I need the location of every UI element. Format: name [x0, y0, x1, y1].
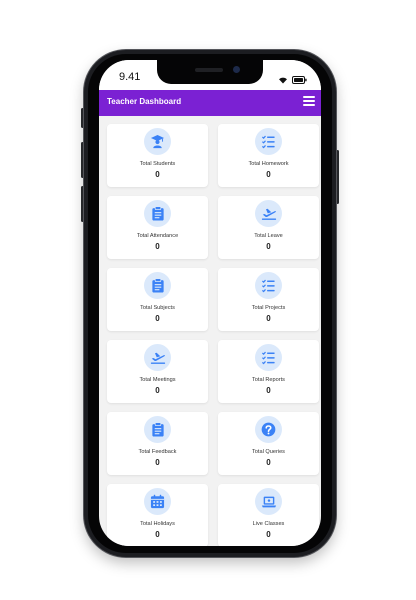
card-total-subjects[interactable]: Total Subjects 0: [107, 268, 208, 331]
card-total-meetings[interactable]: Total Meetings 0: [107, 340, 208, 403]
card-label: Total Subjects: [140, 305, 175, 311]
card-label: Total Reports: [252, 377, 285, 383]
card-label: Total Students: [139, 161, 176, 167]
card-value: 0: [266, 530, 271, 539]
card-value: 0: [266, 314, 271, 323]
card-label: Total Attendance: [136, 233, 179, 239]
clipboard-icon: [144, 200, 171, 227]
card-label: Total Homework: [248, 161, 289, 167]
card-total-holidays[interactable]: Total Holidays 0: [107, 484, 208, 546]
plane-departure-icon: [255, 200, 282, 227]
status-time: 9.41: [119, 71, 141, 83]
card-total-homework[interactable]: Total Homework 0: [218, 124, 319, 187]
checklist-icon: [255, 272, 282, 299]
clipboard-icon: [144, 272, 171, 299]
phone-screen: 9.41 Teacher Dashboard Total Students 0 To…: [99, 60, 321, 546]
graduate-icon: [144, 128, 171, 155]
card-total-attendance[interactable]: Total Attendance 0: [107, 196, 208, 259]
card-total-reports[interactable]: Total Reports 0: [218, 340, 319, 403]
power-button: [336, 150, 339, 204]
card-value: 0: [155, 314, 160, 323]
card-value: 0: [155, 170, 160, 179]
app-bar: Teacher Dashboard: [99, 90, 321, 116]
card-total-leave[interactable]: Total Leave 0: [218, 196, 319, 259]
checklist-icon: [255, 344, 282, 371]
card-total-feedback[interactable]: Total Feedback 0: [107, 412, 208, 475]
card-label: Total Holidays: [140, 521, 175, 527]
calendar-icon: [144, 488, 171, 515]
card-value: 0: [155, 530, 160, 539]
card-total-queries[interactable]: Total Queries 0: [218, 412, 319, 475]
menu-button[interactable]: [303, 96, 315, 108]
checklist-icon: [255, 128, 282, 155]
card-total-projects[interactable]: Total Projects 0: [218, 268, 319, 331]
dashboard-grid: Total Students 0 Total Homework 0 Total Atte…: [107, 124, 319, 546]
speaker: [195, 68, 223, 72]
page-title: Teacher Dashboard: [107, 97, 182, 106]
hamburger-icon: [303, 96, 315, 106]
status-icons: [278, 71, 307, 89]
card-value: 0: [155, 458, 160, 467]
card-label: Total Queries: [252, 449, 285, 455]
card-label: Total Meetings: [139, 377, 176, 383]
question-circle-icon: [255, 416, 282, 443]
card-value: 0: [155, 386, 160, 395]
card-label: Total Projects: [251, 305, 286, 311]
card-live-classes[interactable]: Live Classes 0: [218, 484, 319, 546]
front-camera: [233, 66, 240, 73]
wifi-icon: [278, 71, 288, 89]
card-value: 0: [266, 386, 271, 395]
card-value: 0: [266, 170, 271, 179]
status-bar: 9.41: [99, 60, 321, 90]
card-label: Total Feedback: [138, 449, 177, 455]
plane-departure-icon: [144, 344, 171, 371]
battery-icon: [292, 71, 307, 89]
card-value: 0: [266, 242, 271, 251]
card-total-students[interactable]: Total Students 0: [107, 124, 208, 187]
laptop-icon: [255, 488, 282, 515]
card-label: Total Leave: [254, 233, 283, 239]
clipboard-icon: [144, 416, 171, 443]
card-value: 0: [155, 242, 160, 251]
card-value: 0: [266, 458, 271, 467]
card-label: Live Classes: [252, 521, 285, 527]
notch: [157, 60, 263, 84]
